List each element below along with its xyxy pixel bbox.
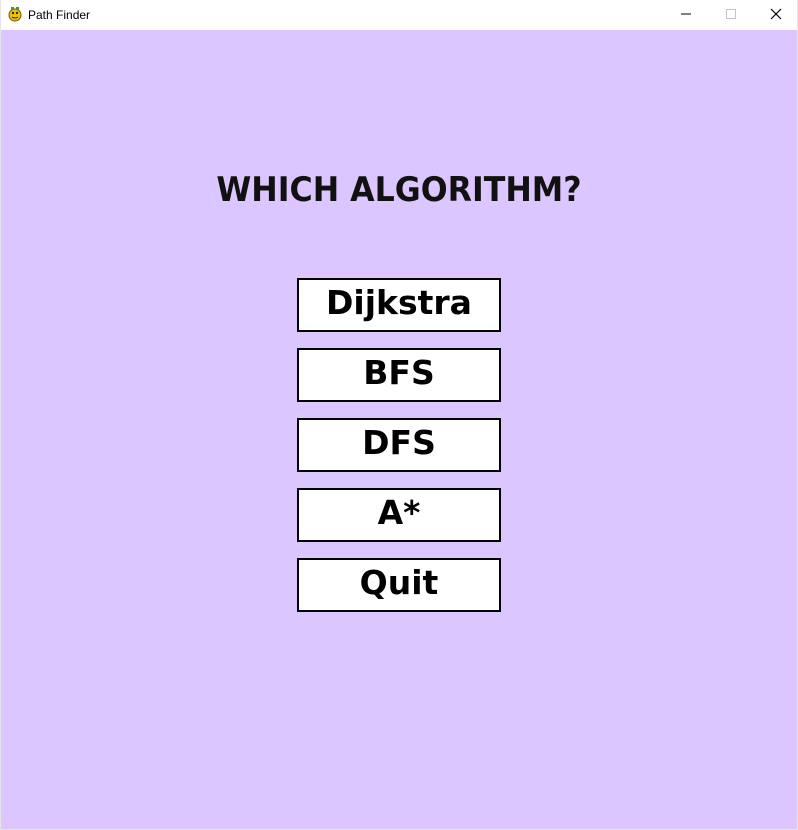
dijkstra-button[interactable]: Dijkstra [297,278,501,332]
title-bar[interactable]: Path Finder [1,0,797,30]
quit-button-label: Quit [359,562,439,602]
minimize-icon [680,5,692,24]
app-icon [7,6,23,22]
dfs-button[interactable]: DFS [297,418,501,472]
dijkstra-button-label: Dijkstra [326,282,472,322]
minimize-button[interactable] [663,0,708,29]
menu-heading: WHICH ALGORITHM? [216,170,582,210]
maximize-icon [725,5,737,24]
close-button[interactable] [753,0,798,29]
menu-canvas: WHICH ALGORITHM? Dijkstra BFS DFS A* Qui… [1,30,797,829]
a-star-button[interactable]: A* [297,488,501,542]
close-icon [770,5,782,24]
a-star-button-label: A* [377,492,421,532]
window-title: Path Finder [28,8,91,22]
quit-button[interactable]: Quit [297,558,501,612]
bfs-button[interactable]: BFS [297,348,501,402]
app-window: Path Finder WHICH ALGORITHM? Dijkstra BF… [0,0,798,830]
bfs-button-label: BFS [363,352,435,392]
maximize-button[interactable] [708,0,753,29]
dfs-button-label: DFS [362,422,436,462]
